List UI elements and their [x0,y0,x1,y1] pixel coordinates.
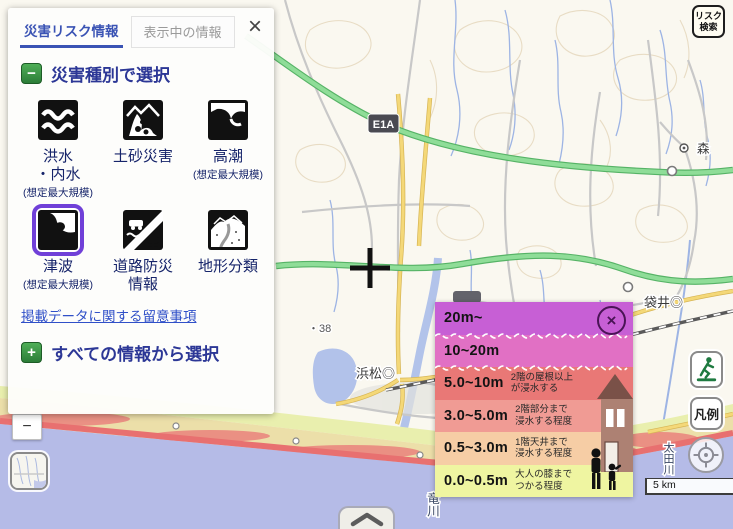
label-mori: 森 [697,141,710,156]
landslide-icon [123,100,163,140]
terrain-icon [208,210,248,250]
section-all-info: + すべての情報から選択 [21,340,274,365]
section-title-all: すべての情報から選択 [51,340,219,365]
people-depth-illustration [585,448,627,497]
data-notes-link[interactable]: 掲載データに関する留意事項 [21,305,274,325]
panel-tabbar: 災害リスク情報 表示中の情報 × [8,8,274,48]
legend-row-10-20m: 10~20m [435,335,633,368]
zoom-out-button[interactable]: − [12,414,42,440]
risk-search-button[interactable]: リスク 検索 [692,5,725,38]
disaster-type-flood[interactable]: 洪水・内水 (想定最大規模) [14,94,102,200]
mori-town-marker [680,144,688,152]
panel-close-icon[interactable]: × [248,16,262,38]
tsunami-depth-legend: × 20m~ 10~20m 5.0~10m 2階の屋根以上が浸水する 3.0~5… [435,302,633,497]
location-target-icon [690,439,722,471]
legend-toggle-button[interactable]: 凡例 [690,397,723,430]
evacuation-button[interactable] [690,351,723,388]
disaster-type-grid: 洪水・内水 (想定最大規模) 土砂災害 [8,90,274,299]
tsunami-icon [38,210,78,250]
disaster-type-tsunami[interactable]: 津波 (想定最大規模) [14,204,102,295]
expand-plus-icon[interactable]: + [21,342,42,363]
road-disaster-icon [123,210,163,250]
flood-icon [38,100,78,140]
wave-separator [435,364,633,371]
disaster-risk-panel: 災害リスク情報 表示中の情報 × − 災害種別で選択 洪水・内水 (想定最大規模… [8,8,274,414]
minimap-thumbnail [12,454,46,488]
section-disaster-type: − 災害種別で選択 [21,61,274,86]
running-person-icon [692,353,721,386]
current-location-button[interactable] [688,437,724,473]
tab-disaster-risk-info[interactable]: 災害リスク情報 [20,17,123,48]
disaster-type-storm-surge[interactable]: 高潮 (想定最大規模) [184,94,272,200]
overview-minimap[interactable] [10,452,48,490]
chevron-up-icon [345,511,389,527]
label-river-ota: 太田川 [662,442,675,475]
label-hamamatsu: 浜松◎ [356,366,395,381]
bottom-sheet-toggle[interactable] [338,506,395,529]
disaster-type-road[interactable]: 道路防災情報 [102,204,184,295]
label-spot-elevation: ・38 [308,323,331,335]
svg-text:E1A: E1A [373,119,394,131]
label-fukuroi: 袋井◎ [644,295,683,310]
expressway-badge-e1a: E1A [368,114,399,133]
map-scale-bar: 5 km [645,478,733,495]
storm-surge-icon [208,100,248,140]
disaster-type-landslide[interactable]: 土砂災害 [102,94,184,200]
hazard-map-app: E1A 森 袋井◎ 浜松◎ ・38 竜川 太田川 災害リスク情報 表示中の情報 … [0,0,733,529]
collapse-minus-icon[interactable]: − [21,63,42,84]
tab-displayed-info[interactable]: 表示中の情報 [131,16,235,48]
section-title: 災害種別で選択 [51,61,170,86]
disaster-type-terrain[interactable]: 地形分類 [184,204,272,295]
legend-close-icon[interactable]: × [597,306,626,335]
